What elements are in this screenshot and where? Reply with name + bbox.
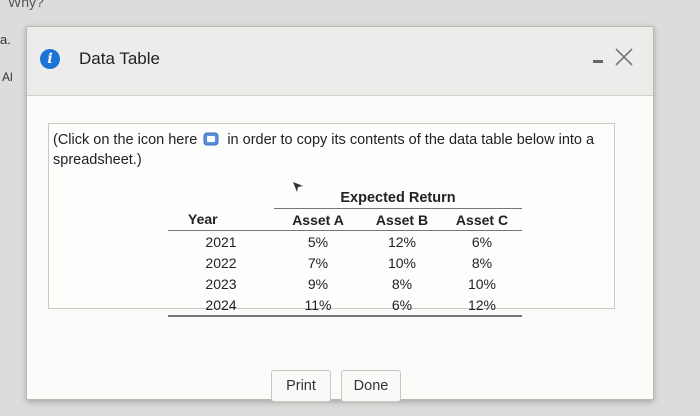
background-fragment-why: Why?: [8, 0, 44, 10]
table-cell: 10%: [467, 275, 497, 292]
table-cell: 6%: [471, 233, 493, 250]
column-header-asset-b: Asset B: [362, 208, 442, 231]
table-cell: 8%: [471, 254, 493, 271]
background-fragment-a: a.: [0, 32, 11, 47]
done-button[interactable]: Done: [341, 370, 401, 402]
table-cell: 7%: [307, 254, 329, 271]
background-fragment-al: Al: [2, 70, 13, 84]
print-button[interactable]: Print: [271, 370, 331, 402]
table-cell: 12%: [387, 233, 417, 250]
column-header-year: Year: [168, 208, 274, 231]
table-cell: 11%: [274, 294, 362, 317]
table-cell: 6%: [362, 294, 442, 317]
data-table-dialog: i Data Table (Click on the icon here in …: [26, 26, 654, 402]
column-header-asset-a: Asset A: [274, 208, 362, 231]
table-cell: 10%: [387, 254, 417, 271]
dialog-title: Data Table: [79, 49, 160, 68]
table-cell: 2021: [205, 233, 237, 250]
table-cell: 8%: [391, 275, 413, 292]
table-row: 2024 11% 6% 12%: [168, 294, 522, 317]
copy-instruction: (Click on the icon here in order to copy…: [53, 130, 613, 170]
info-icon: i: [40, 49, 60, 69]
data-panel: (Click on the icon here in order to copy…: [48, 123, 615, 317]
table-row: 2022 7% 10% 8%: [168, 252, 522, 273]
copy-icon[interactable]: [203, 132, 219, 146]
column-header-asset-c: Asset C: [442, 208, 522, 231]
table-cell: 5%: [307, 233, 329, 250]
table-cell: 2022: [205, 254, 237, 271]
dialog-content: (Click on the icon here in order to copy…: [27, 96, 653, 402]
close-icon[interactable]: [613, 46, 635, 68]
table-cell: 9%: [307, 275, 329, 292]
table-cell: 2024: [168, 294, 274, 317]
group-header: Expected Return: [274, 187, 522, 209]
table-row: 2021 5% 12% 6%: [168, 231, 522, 253]
instruction-text-before: (Click on the icon here: [53, 132, 198, 148]
table-row: 2023 9% 8% 10%: [168, 273, 522, 294]
table-header-row: Year Asset A Asset B Asset C: [168, 208, 522, 231]
returns-table: Expected Return Year Asset A Asset B Ass…: [168, 187, 522, 317]
table-cell: 12%: [442, 294, 522, 317]
minimize-icon[interactable]: [593, 60, 603, 63]
dialog-titlebar[interactable]: i Data Table: [27, 27, 653, 96]
table-cell: 2023: [205, 275, 237, 292]
